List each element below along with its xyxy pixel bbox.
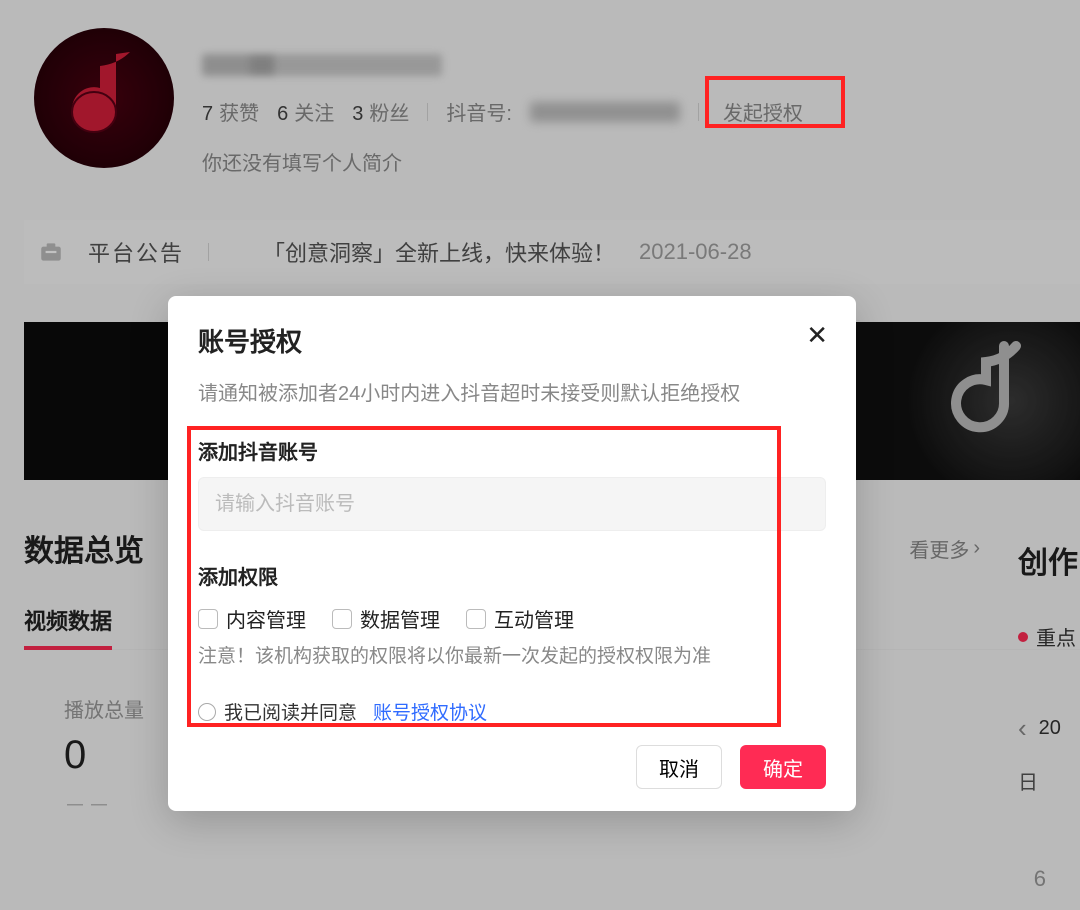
checkbox-label: 互动管理 bbox=[494, 604, 574, 633]
checkbox-content-manage[interactable]: 内容管理 bbox=[198, 604, 306, 633]
agreement-row[interactable]: 我已阅读并同意 账号授权协议 bbox=[198, 698, 826, 725]
checkbox-data-manage[interactable]: 数据管理 bbox=[332, 604, 440, 633]
permission-note: 注意！该机构获取的权限将以你最新一次发起的授权权限为准 bbox=[198, 641, 826, 668]
checkbox-icon bbox=[198, 609, 218, 629]
permission-checkbox-row: 内容管理 数据管理 互动管理 bbox=[198, 604, 826, 633]
modal-footer: 取消 确定 bbox=[168, 745, 856, 789]
checkbox-interact-manage[interactable]: 互动管理 bbox=[466, 604, 574, 633]
checkbox-icon bbox=[466, 609, 486, 629]
modal-subtitle: 请通知被添加者24小时内进入抖音超时未接受则默认拒绝授权 bbox=[198, 377, 826, 406]
checkbox-label: 数据管理 bbox=[360, 604, 440, 633]
cancel-button[interactable]: 取消 bbox=[636, 745, 722, 789]
agreement-prefix: 我已阅读并同意 bbox=[224, 698, 357, 725]
auth-modal: 账号授权 ✕ 请通知被添加者24小时内进入抖音超时未接受则默认拒绝授权 添加抖音… bbox=[168, 296, 856, 811]
checkbox-icon bbox=[332, 609, 352, 629]
permission-field-label: 添加权限 bbox=[198, 561, 826, 590]
modal-title: 账号授权 bbox=[198, 322, 826, 359]
confirm-button[interactable]: 确定 bbox=[740, 745, 826, 789]
close-icon[interactable]: ✕ bbox=[806, 320, 828, 351]
douyin-account-input[interactable] bbox=[198, 477, 826, 531]
checkbox-label: 内容管理 bbox=[226, 604, 306, 633]
agreement-link[interactable]: 账号授权协议 bbox=[373, 698, 487, 725]
account-field-label: 添加抖音账号 bbox=[198, 436, 826, 465]
radio-icon bbox=[198, 703, 216, 721]
